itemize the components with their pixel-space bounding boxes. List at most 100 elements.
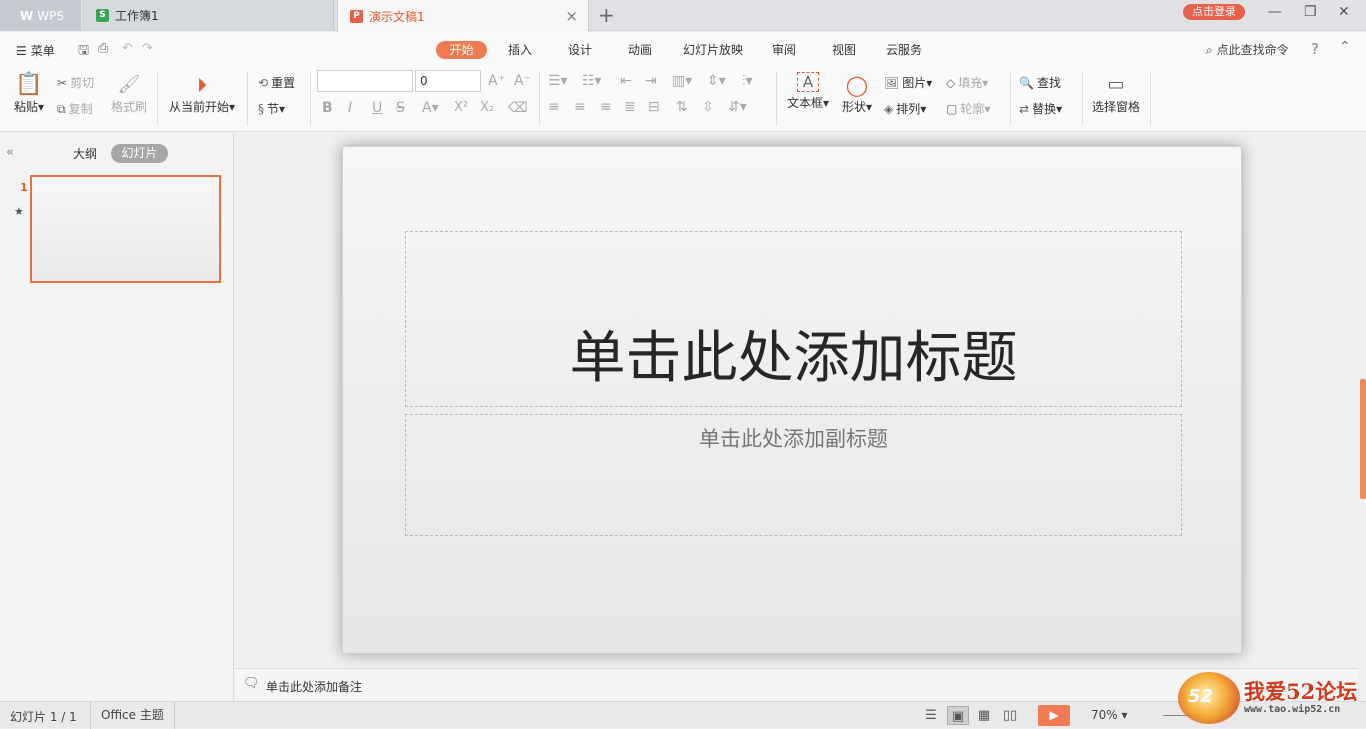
login-button[interactable]: 点击登录 [1183, 4, 1245, 20]
section-button[interactable]: § 节▾ [258, 100, 285, 117]
restore-icon[interactable]: ❐ [1304, 4, 1317, 20]
columns-icon[interactable]: ▥▾ [672, 73, 692, 89]
new-tab-icon[interactable]: + [598, 3, 615, 27]
normal-view-icon[interactable]: ▣ [947, 706, 969, 725]
slide-canvas: 单击此处添加标题 单击此处添加副标题 [235, 133, 1358, 667]
replace-button[interactable]: ⇄ 替换▾ [1019, 100, 1062, 117]
menu-button[interactable]: ☰ 菜单 [16, 42, 55, 59]
picture-button[interactable]: 🖼 图片▾ [884, 74, 932, 91]
help-icon[interactable]: ? [1311, 40, 1319, 58]
copy-button[interactable]: ⧉ 复制 [57, 100, 93, 117]
cut-button[interactable]: ✂ 剪切 [57, 74, 94, 91]
selection-pane-button[interactable]: ▭ 选择窗格 [1089, 72, 1143, 115]
paragraph-spacing-icon[interactable]: ⇳ [702, 99, 714, 115]
section-label: 节 [267, 102, 280, 116]
reset-icon: ⟲ [258, 76, 269, 90]
bullets-icon[interactable]: ☰▾ [548, 73, 568, 89]
tab-review[interactable]: 审阅 [772, 41, 796, 59]
decrease-indent-icon[interactable]: ⇤ [620, 73, 632, 89]
reading-view-icon[interactable]: ▯▯ [999, 706, 1021, 725]
align-right-icon[interactable]: ≡ [600, 99, 612, 115]
scrollbar-thumb[interactable] [1360, 379, 1366, 499]
spacing-options-icon[interactable]: ⇵▾ [728, 99, 747, 115]
tab-workbook[interactable]: S 工作簿1 [82, 0, 334, 31]
tab-insert[interactable]: 插入 [508, 41, 532, 59]
magnifier-icon: 🔍 [1019, 76, 1034, 90]
forum-title: 我爱52论坛 [1244, 679, 1358, 704]
decrease-font-icon[interactable]: A⁻ [514, 73, 531, 89]
text-box-label: 文本框 [786, 96, 823, 110]
tab-design[interactable]: 设计 [568, 41, 592, 59]
subscript-icon[interactable]: X₂ [480, 100, 494, 115]
align-text-icon[interactable]: ⫶▾ [742, 73, 753, 89]
justify-icon[interactable]: ≣ [624, 99, 636, 115]
tab-slides[interactable]: 幻灯片 [111, 144, 168, 163]
italic-icon[interactable]: I [348, 100, 352, 116]
collapse-panel-icon[interactable]: « [6, 145, 14, 160]
reset-button[interactable]: ⟲ 重置 [258, 74, 295, 91]
theme-name[interactable]: Office 主题 [90, 702, 175, 729]
font-size-select[interactable]: 0 [415, 70, 481, 92]
shape-button[interactable]: ◯ 形状▾ [838, 72, 876, 115]
tab-slideshow[interactable]: 幻灯片放映 [683, 41, 743, 59]
slide[interactable]: 单击此处添加标题 单击此处添加副标题 [342, 146, 1242, 654]
font-color-icon[interactable]: A▾ [422, 100, 439, 116]
from-current-button[interactable]: ⏵ 从当前开始▾ [165, 72, 239, 115]
layers-icon: ◈ [884, 102, 894, 116]
collapse-ribbon-icon[interactable]: ⌃ [1339, 39, 1351, 55]
eraser-icon[interactable]: ⌫ [508, 100, 528, 116]
redo-icon[interactable]: ↷ [142, 41, 153, 56]
play-circle-icon: ⏵ [197, 73, 207, 97]
ribbon: ☰ 菜单 🖫 ⎙ ↶ ↷ 开始 插入 设计 动画 幻灯片放映 审阅 视图 云服务 … [0, 32, 1366, 132]
undo-icon[interactable]: ↶ [122, 41, 133, 56]
title-placeholder[interactable]: 单击此处添加标题 [405, 231, 1182, 407]
tab-animation[interactable]: 动画 [628, 41, 652, 59]
minimize-icon[interactable]: — [1268, 4, 1282, 20]
slide-thumbnail[interactable] [30, 175, 221, 283]
zoom-level[interactable]: 70% ▾ [1091, 708, 1128, 722]
line-spacing-icon[interactable]: ⇅ [676, 99, 688, 115]
font-name-select[interactable] [317, 70, 413, 92]
tab-view[interactable]: 视图 [832, 41, 856, 59]
tab-wps-label: WPS [37, 8, 64, 23]
close-tab-icon[interactable]: × [565, 7, 578, 25]
underline-icon[interactable]: U [372, 100, 382, 116]
tab-outline[interactable]: 大纲 [73, 145, 97, 162]
wps-logo-icon: W [20, 8, 34, 23]
subtitle-placeholder[interactable]: 单击此处添加副标题 [405, 414, 1182, 536]
play-slideshow-button[interactable]: ▶ [1038, 705, 1070, 726]
outline-icon: ▢ [946, 102, 958, 116]
find-button[interactable]: 🔍 查找 [1019, 74, 1061, 91]
forum-url: www.tao.wip52.cn [1244, 704, 1341, 715]
tab-presentation[interactable]: P 演示文稿1 × [337, 0, 589, 32]
superscript-icon[interactable]: X² [454, 100, 468, 115]
command-search-label: 点此查找命令 [1216, 43, 1289, 57]
selection-pane-icon: ▭ [1107, 74, 1125, 95]
strikethrough-icon[interactable]: S [396, 100, 405, 116]
tab-home[interactable]: 开始 [436, 41, 487, 59]
fill-button[interactable]: ◇ 填充▾ [946, 74, 988, 91]
slide-sorter-icon[interactable]: ▦ [973, 706, 995, 725]
text-direction-icon[interactable]: ⇕▾ [707, 73, 726, 89]
save-icon[interactable]: 🖫 [78, 41, 89, 63]
increase-indent-icon[interactable]: ⇥ [645, 73, 657, 89]
command-search[interactable]: ⌕ 点此查找命令 [1206, 41, 1289, 58]
notes-toggle-icon[interactable]: ☰ [920, 706, 942, 725]
print-icon[interactable]: ⎙ [98, 41, 108, 56]
align-center-icon[interactable]: ≡ [574, 99, 586, 115]
tab-wps-home[interactable]: W WPS [0, 0, 81, 31]
arrange-button[interactable]: ◈ 排列▾ [884, 100, 926, 117]
format-painter-button[interactable]: 🖌 格式刷 [108, 72, 150, 115]
outline-button[interactable]: ▢ 轮廓▾ [946, 100, 990, 117]
text-box-button[interactable]: A 文本框▾ [784, 72, 832, 111]
align-left-icon[interactable]: ≡ [548, 99, 560, 115]
distribute-icon[interactable]: ⊟ [648, 99, 660, 115]
numbering-icon[interactable]: ☷▾ [582, 73, 602, 89]
bold-icon[interactable]: B [322, 100, 333, 116]
paste-button[interactable]: 📋 粘贴▾ [10, 72, 48, 115]
close-window-icon[interactable]: ✕ [1338, 4, 1350, 20]
text-box-icon: A [797, 72, 819, 92]
tab-cloud[interactable]: 云服务 [886, 41, 922, 59]
from-current-label: 从当前开始 [168, 100, 229, 114]
increase-font-icon[interactable]: A⁺ [488, 73, 505, 89]
